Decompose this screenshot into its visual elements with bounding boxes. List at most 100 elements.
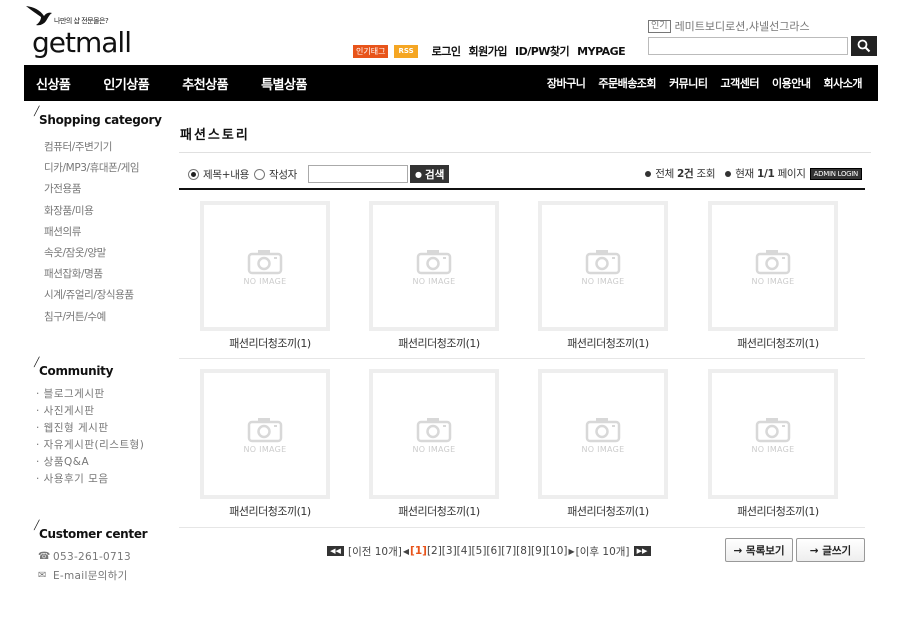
gallery-item[interactable]: NO IMAGE 패션리더청조끼(1) (518, 369, 678, 529)
admin-login-button[interactable]: ADMIN LOGIN (809, 167, 862, 180)
page-title: 패션스토리 (180, 128, 250, 143)
item-title[interactable]: 패션리더청조끼(1) (349, 503, 529, 519)
community-item[interactable]: · 상품Q&A (36, 454, 144, 471)
camera-icon (247, 249, 283, 274)
nav-order-tracking[interactable]: 주문배송조회 (598, 75, 656, 91)
category-item[interactable]: 속옷/잠옷/양말 (44, 245, 139, 266)
prev-arrow-icon[interactable]: ◀ (403, 547, 409, 556)
category-item[interactable]: 시계/쥬얼리/장식용품 (44, 287, 139, 308)
page-links[interactable]: [2][3][4][5][6][7][8][9][10] (427, 545, 568, 557)
category-item[interactable]: 침구/커튼/수예 (44, 309, 139, 330)
no-image-thumbnail[interactable]: NO IMAGE (708, 369, 838, 499)
bullet-icon (645, 170, 652, 177)
no-image-thumbnail[interactable]: NO IMAGE (538, 201, 668, 331)
email-row[interactable]: ✉ E-mail문의하기 (38, 566, 131, 585)
category-item[interactable]: 패션의류 (44, 224, 139, 245)
no-image-thumbnail[interactable]: NO IMAGE (708, 201, 838, 331)
category-item[interactable]: 화장품/미용 (44, 203, 139, 224)
board-search-button[interactable]: ● 검색 (410, 165, 450, 183)
phone-icon: ☎ (38, 551, 51, 562)
gallery-item[interactable]: NO IMAGE 패션리더청조끼(1) (349, 201, 509, 361)
no-image-thumbnail[interactable]: NO IMAGE (200, 369, 330, 499)
row-divider (179, 527, 865, 528)
logo[interactable]: 나만의 샵 전문몰은? getmall (24, 4, 144, 59)
gallery-item[interactable]: NO IMAGE 패션리더청조끼(1) (180, 201, 340, 361)
category-item[interactable]: 컴퓨터/주변기기 (44, 139, 139, 160)
prev-10-link[interactable]: [이전 10개] (348, 544, 402, 559)
no-image-thumbnail[interactable]: NO IMAGE (200, 201, 330, 331)
find-id-pw-link[interactable]: ID/PW찾기 (515, 43, 570, 59)
camera-icon (585, 417, 621, 442)
item-title[interactable]: 패션리더청조끼(1) (688, 503, 868, 519)
search-input[interactable] (648, 37, 848, 55)
nav-community[interactable]: 커뮤니티 (669, 75, 708, 91)
item-title[interactable]: 패션리더청조끼(1) (518, 503, 698, 519)
heading-tick-icon: ╱ (34, 107, 40, 117)
popular-label: 인기 (648, 19, 671, 33)
community-item[interactable]: · 블로그게시판 (36, 386, 144, 403)
rss-badge[interactable]: RSS (394, 44, 418, 58)
mypage-link[interactable]: MYPAGE (577, 45, 626, 58)
community-item[interactable]: · 자유게시판(리스트형) (36, 437, 144, 454)
gallery-item[interactable]: NO IMAGE 패션리더청조끼(1) (688, 201, 848, 361)
nav-popular-products[interactable]: 인기상품 (103, 74, 149, 93)
nav-cart[interactable]: 장바구니 (547, 75, 586, 91)
popular-terms[interactable]: 레미트보디로션,샤넬선그라스 (675, 18, 810, 34)
popular-searches: 인기 레미트보디로션,샤넬선그라스 (648, 18, 810, 34)
email-link[interactable]: E-mail문의하기 (53, 568, 128, 583)
nav-customer-center[interactable]: 고객센터 (721, 75, 760, 91)
gallery-item[interactable]: NO IMAGE 패션리더청조끼(1) (180, 369, 340, 529)
item-title[interactable]: 패션리더청조끼(1) (180, 503, 360, 519)
radio-title-content-label[interactable]: 제목+내용 (203, 167, 249, 182)
write-button[interactable]: → 글쓰기 (796, 538, 865, 562)
community-item[interactable]: · 사용후기 모음 (36, 471, 144, 488)
no-image-label: NO IMAGE (751, 444, 795, 454)
no-image-thumbnail[interactable]: NO IMAGE (538, 369, 668, 499)
camera-icon (755, 249, 791, 274)
heading-tick-icon: ╱ (34, 521, 40, 531)
gallery-item[interactable]: NO IMAGE 패션리더청조끼(1) (688, 369, 848, 529)
community-item[interactable]: · 웹진형 게시판 (36, 420, 144, 437)
login-link[interactable]: 로그인 (432, 43, 461, 59)
category-item[interactable]: 패션잡화/명품 (44, 266, 139, 287)
radio-author[interactable] (253, 168, 265, 180)
keyword-input[interactable] (308, 165, 409, 183)
item-title[interactable]: 패션리더청조끼(1) (180, 335, 360, 351)
brand-name: getmall (32, 26, 132, 59)
community-list: · 블로그게시판 · 사진게시판 · 웹진형 게시판 · 자유게시판(리스트형)… (36, 386, 144, 488)
next-arrow-icon[interactable]: ▶ (568, 547, 574, 556)
no-image-label: NO IMAGE (243, 444, 287, 454)
next-10-link[interactable]: [이후 10개] (576, 544, 630, 559)
gallery-item[interactable]: NO IMAGE 패션리더청조끼(1) (349, 369, 509, 529)
search-button[interactable] (851, 36, 877, 56)
list-view-button[interactable]: → 목록보기 (725, 538, 793, 562)
radio-title-content[interactable] (188, 168, 199, 180)
category-item[interactable]: 가전용품 (44, 181, 139, 202)
community-item[interactable]: · 사진게시판 (36, 403, 144, 420)
shopping-category-heading: ╱ Shopping category (34, 107, 162, 127)
camera-icon (416, 417, 452, 442)
nav-guide[interactable]: 이용안내 (772, 75, 811, 91)
category-list: 컴퓨터/주변기기 디카/MP3/휴대폰/게임 가전용품 화장품/미용 패션의류 … (44, 139, 140, 330)
item-title[interactable]: 패션리더청조끼(1) (349, 335, 529, 351)
category-item[interactable]: 디카/MP3/휴대폰/게임 (44, 160, 140, 181)
radio-author-label[interactable]: 작성자 (269, 167, 297, 182)
last-page-icon[interactable]: ▶▶ (633, 546, 651, 556)
popular-tag-badge[interactable]: 인기태그 (353, 44, 389, 58)
no-image-thumbnail[interactable]: NO IMAGE (369, 369, 499, 499)
nav-company[interactable]: 회사소개 (824, 75, 863, 91)
nav-special-products[interactable]: 특별상품 (261, 74, 307, 93)
no-image-label: NO IMAGE (412, 276, 456, 286)
nav-recommended-products[interactable]: 추천상품 (182, 74, 228, 93)
nav-new-products[interactable]: 신상품 (36, 74, 71, 93)
list-top-rule (179, 188, 865, 190)
camera-icon (755, 417, 791, 442)
first-page-icon[interactable]: ◀◀ (327, 546, 344, 556)
no-image-thumbnail[interactable]: NO IMAGE (369, 201, 499, 331)
no-image-label: NO IMAGE (581, 444, 625, 454)
gallery-item[interactable]: NO IMAGE 패션리더청조끼(1) (518, 201, 678, 361)
signup-link[interactable]: 회원가입 (469, 43, 508, 59)
item-title[interactable]: 패션리더청조끼(1) (688, 335, 868, 351)
total-count: 2건 (677, 168, 694, 180)
item-title[interactable]: 패션리더청조끼(1) (518, 335, 698, 351)
